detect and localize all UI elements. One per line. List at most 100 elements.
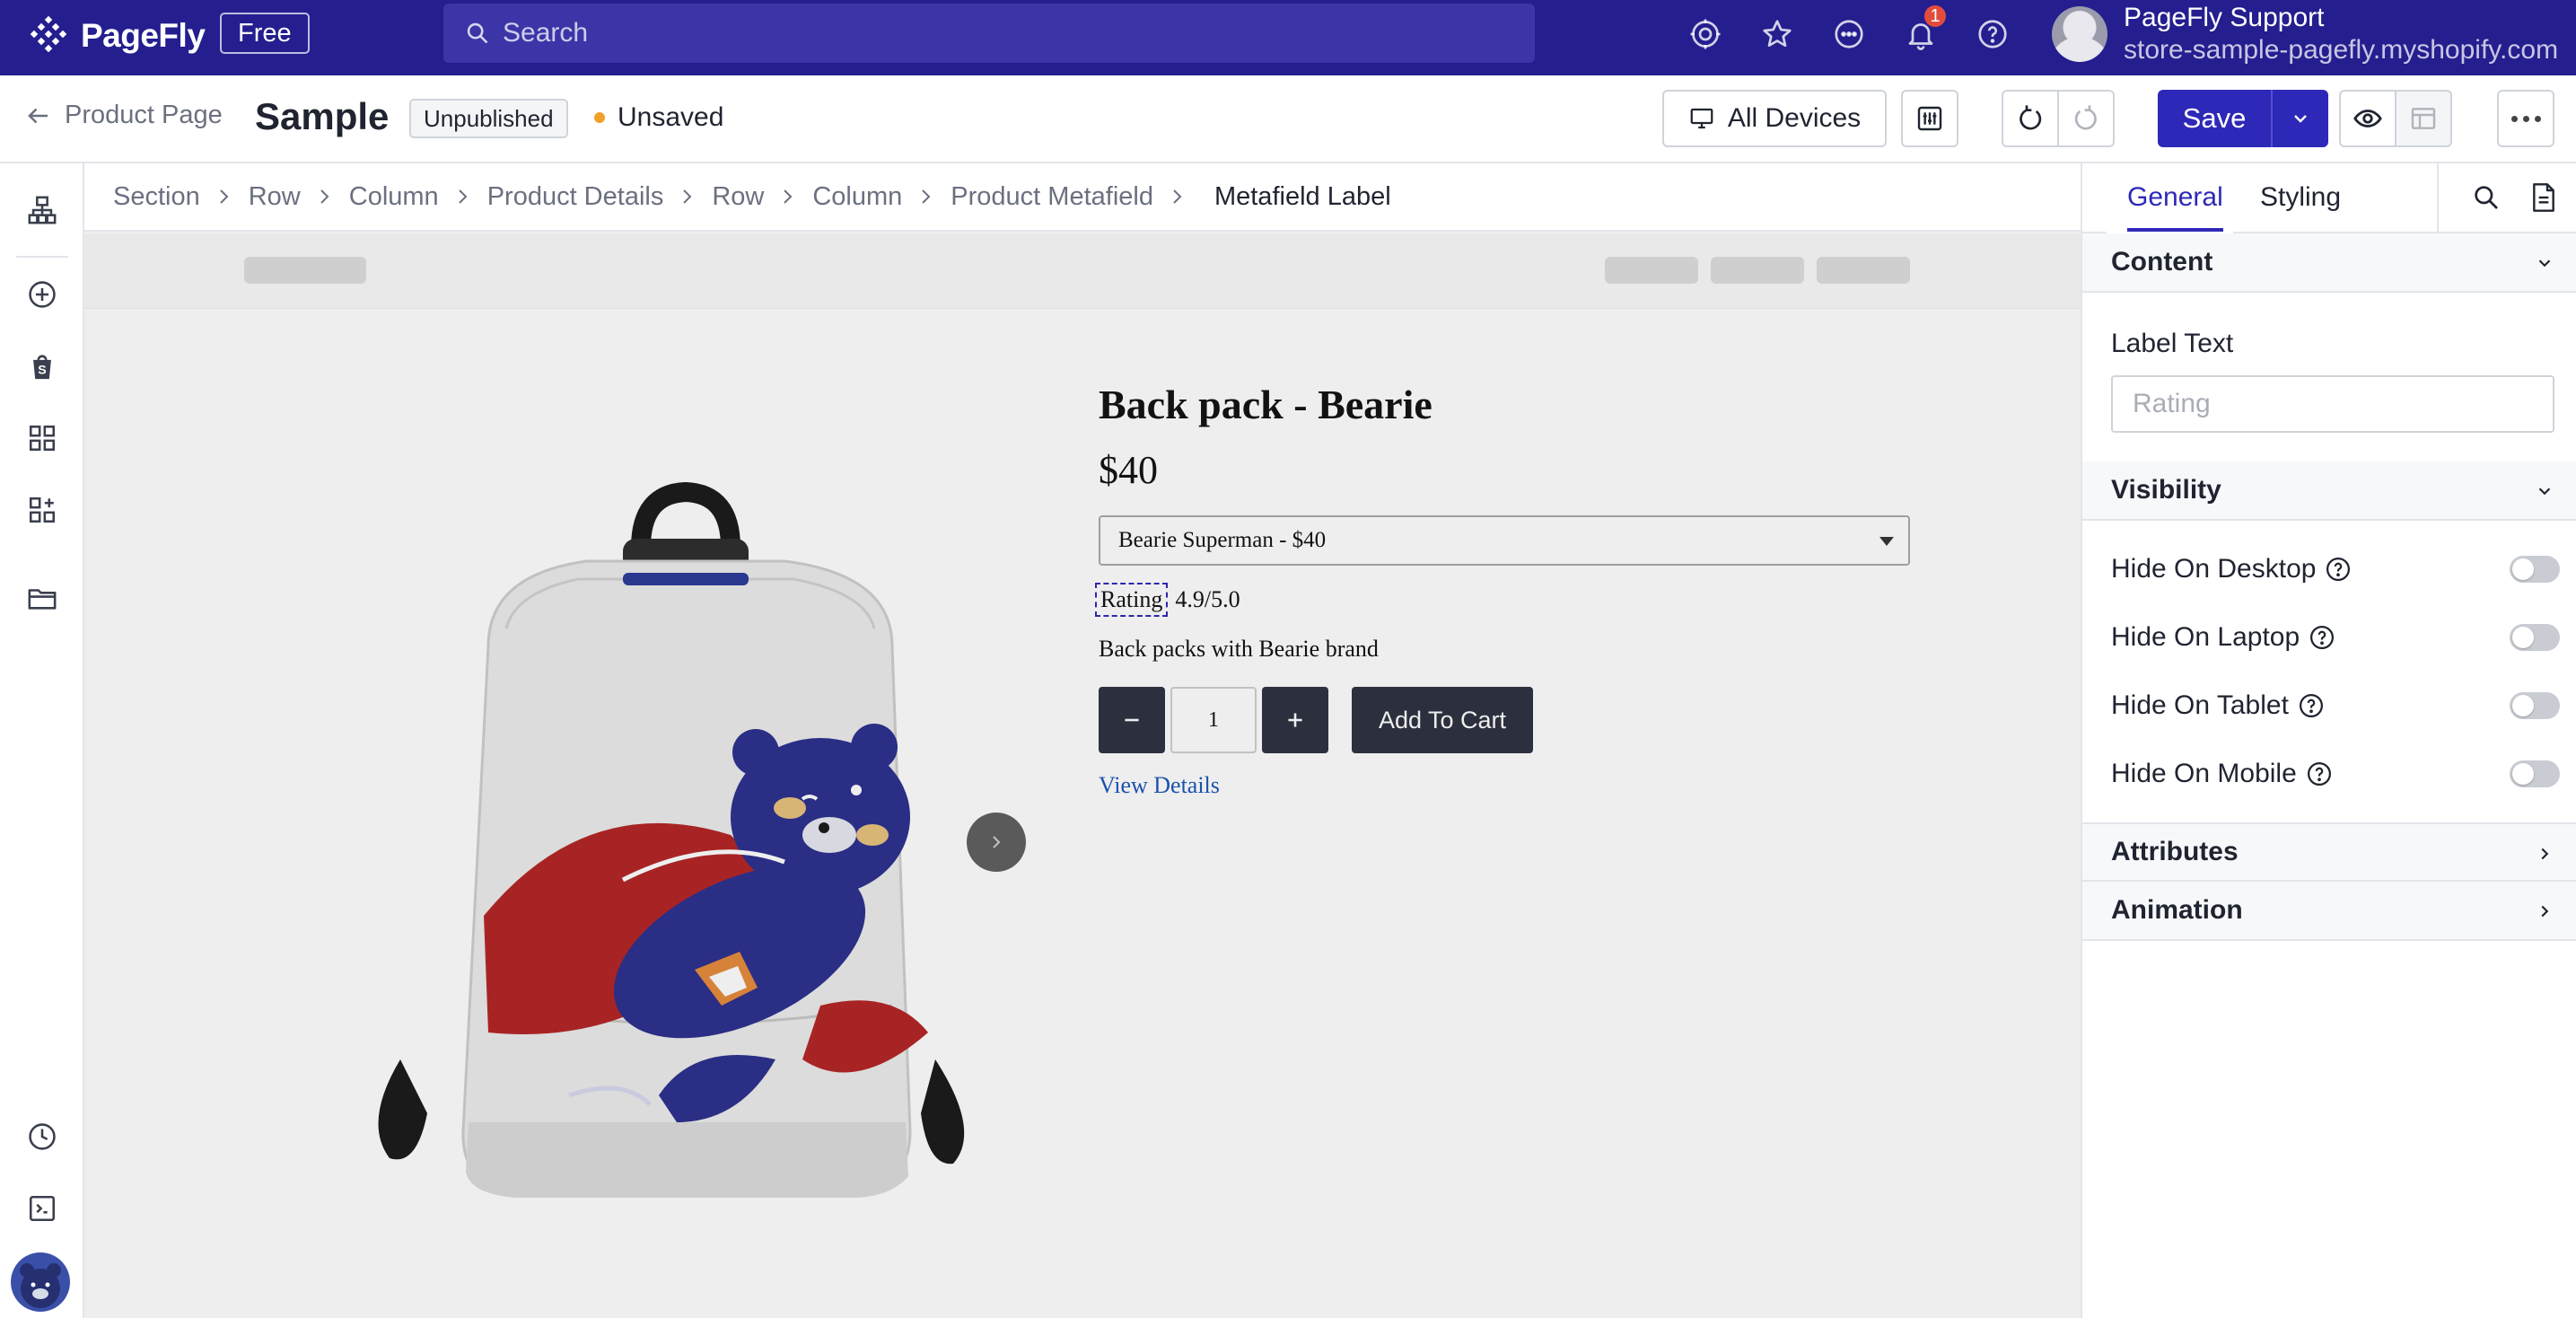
search-input[interactable] <box>503 18 1490 48</box>
tab-styling[interactable]: Styling <box>2260 163 2341 232</box>
back-to-product-page-link[interactable]: Product Page <box>25 101 223 130</box>
hide-on-tablet-toggle[interactable] <box>2510 692 2560 719</box>
sitemap-icon[interactable] <box>22 190 62 230</box>
tab-general[interactable]: General <box>2127 163 2223 232</box>
plus-icon <box>1288 713 1302 727</box>
more-options-button[interactable] <box>2497 90 2554 147</box>
star-icon[interactable] <box>1757 14 1797 54</box>
quantity-input[interactable] <box>1170 687 1257 753</box>
hide-on-laptop-toggle[interactable] <box>2510 624 2560 651</box>
save-button[interactable]: Save <box>2158 90 2271 147</box>
bell-icon[interactable]: 1 <box>1901 4 1948 54</box>
history-icon[interactable] <box>22 1117 62 1156</box>
more-dot <box>2534 115 2541 122</box>
page-title[interactable]: Sample <box>255 95 389 138</box>
label-text-field-group: Label Text <box>2093 302 2571 458</box>
hide-on-desktop-row: Hide On Desktop <box>2111 549 2560 589</box>
loading-placeholder-bar <box>84 233 2081 309</box>
label-text-input[interactable] <box>2111 375 2554 433</box>
add-grid-icon[interactable] <box>22 490 62 530</box>
help-icon[interactable] <box>2298 692 2325 719</box>
breadcrumb-item[interactable]: Column <box>812 182 902 212</box>
inspector-panel: General Styling Content Label Text Visib… <box>2081 163 2576 1318</box>
svg-text:S: S <box>38 364 46 378</box>
search-icon[interactable] <box>2472 183 2501 216</box>
toggle-label: Hide On Tablet <box>2111 690 2289 720</box>
content-section-header[interactable]: Content <box>2082 233 2576 293</box>
chevron-right-icon <box>993 836 1001 848</box>
product-description[interactable]: Back packs with Bearie brand <box>1099 636 1379 663</box>
hide-on-mobile-toggle[interactable] <box>2510 760 2560 787</box>
chat-icon[interactable] <box>1829 14 1869 54</box>
product-metafield[interactable]: Rating 4.9/5.0 <box>1094 583 1240 617</box>
image-slider-next-button[interactable] <box>967 813 1026 872</box>
hide-on-desktop-toggle[interactable] <box>2510 556 2560 583</box>
help-icon[interactable] <box>2306 760 2333 787</box>
visibility-section-header[interactable]: Visibility <box>2082 461 2576 521</box>
eye-icon <box>2353 110 2382 127</box>
product-title[interactable]: Back pack - Bearie <box>1099 381 1433 428</box>
skeleton-block <box>1711 257 1804 284</box>
decrease-quantity-button[interactable] <box>1099 687 1165 753</box>
chevron-down-icon <box>2538 488 2551 496</box>
device-selector-button[interactable]: All Devices <box>1662 90 1887 147</box>
add-to-cart-button[interactable]: Add To Cart <box>1352 687 1533 753</box>
grid-icon[interactable] <box>22 418 62 458</box>
breadcrumb-active-item[interactable]: Metafield Label <box>1196 165 1409 228</box>
breadcrumb-item[interactable]: Product Details <box>487 182 664 212</box>
attributes-section-header[interactable]: Attributes <box>2082 822 2576 882</box>
help-icon[interactable] <box>2309 624 2335 651</box>
hide-on-tablet-row: Hide On Tablet <box>2111 686 2560 725</box>
target-icon[interactable] <box>1686 14 1725 54</box>
support-bear-avatar[interactable] <box>11 1252 70 1312</box>
document-icon[interactable] <box>2529 181 2558 218</box>
breadcrumb-item[interactable]: Column <box>349 182 439 212</box>
variant-select[interactable]: Bearie Superman - $40 <box>1099 515 1910 566</box>
pagefly-logo-icon <box>30 15 67 53</box>
shopify-bag-icon[interactable]: S <box>22 347 62 386</box>
page-preview: Back pack - Bearie $40 Bearie Superman -… <box>84 233 2081 1318</box>
publish-schedule-button[interactable] <box>2395 90 2452 147</box>
plan-badge[interactable]: Free <box>220 13 310 54</box>
desktop-icon <box>1690 108 1713 129</box>
sliders-icon <box>1917 106 1942 131</box>
folder-icon[interactable] <box>22 578 62 618</box>
settings-sliders-button[interactable] <box>1901 90 1958 147</box>
metafield-value[interactable]: 4.9/5.0 <box>1175 586 1240 613</box>
animation-section-header[interactable]: Animation <box>2082 882 2576 941</box>
save-status-label: Unsaved <box>618 102 724 132</box>
breadcrumb-item[interactable]: Row <box>249 182 301 212</box>
help-icon[interactable] <box>1973 14 2012 54</box>
product-image[interactable] <box>354 413 1000 1221</box>
breadcrumb-item[interactable]: Product Metafield <box>951 182 1153 212</box>
chevron-right-icon <box>1173 189 1182 204</box>
breadcrumb-item[interactable]: Row <box>712 182 764 212</box>
chevron-right-icon <box>784 189 793 204</box>
user-menu[interactable]: PageFly Support store-sample-pagefly.mys… <box>2052 2 2558 66</box>
add-circle-icon[interactable] <box>22 275 62 314</box>
editor-canvas: Section Row Column Product Details Row C… <box>84 163 2081 1318</box>
more-dot <box>2522 115 2529 122</box>
save-status: Unsaved <box>594 102 723 133</box>
terminal-icon[interactable] <box>22 1189 62 1228</box>
skeleton-block <box>1605 257 1698 284</box>
inspector-tabs: General Styling <box>2082 163 2576 239</box>
quantity-stepper <box>1099 687 1328 753</box>
increase-quantity-button[interactable] <box>1262 687 1328 753</box>
metafield-label[interactable]: Rating <box>1094 583 1169 617</box>
save-options-dropdown[interactable] <box>2271 90 2328 147</box>
publish-status-badge: Unpublished <box>409 99 568 138</box>
view-details-link[interactable]: View Details <box>1099 772 1220 799</box>
store-domain: store-sample-pagefly.myshopify.com <box>2124 35 2559 65</box>
product-price[interactable]: $40 <box>1099 447 1158 493</box>
preview-button[interactable] <box>2339 90 2396 147</box>
breadcrumb-item[interactable]: Section <box>113 182 200 212</box>
undo-button[interactable] <box>2002 90 2059 147</box>
arrow-left-icon <box>28 108 48 123</box>
help-icon[interactable] <box>2325 556 2352 583</box>
redo-button[interactable] <box>2057 90 2115 147</box>
more-dot <box>2510 115 2518 122</box>
global-search[interactable] <box>443 4 1535 63</box>
pagefly-logo[interactable]: PageFly <box>27 14 206 57</box>
tab-divider <box>2437 163 2439 232</box>
